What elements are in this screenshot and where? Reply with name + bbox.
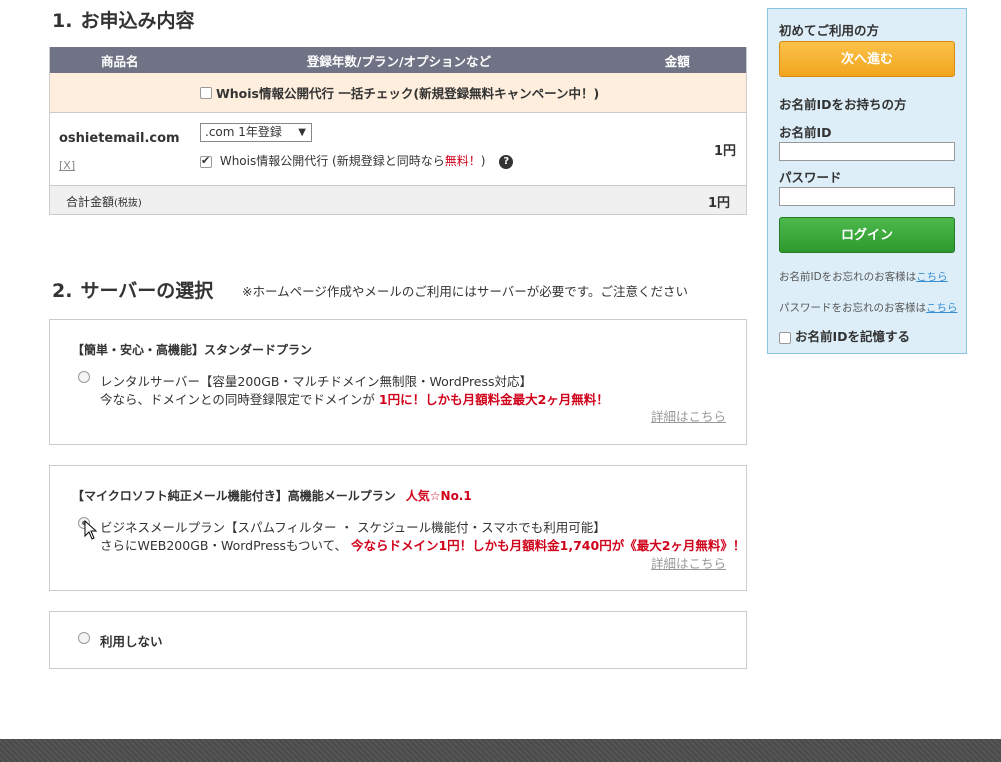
section2-number: 2. — [52, 280, 73, 302]
remember-id: お名前IDを記憶する — [779, 326, 910, 345]
whois-label-prefix: Whois情報公開代行 (新規登録と同時なら — [219, 154, 445, 168]
order-table-header: 商品名 登録年数/プラン/オプションなど 金額 — [50, 47, 746, 73]
header-price: 金額 — [664, 53, 690, 69]
server-note: ※ホームページ作成やメールのご利用にはサーバーが必要です。ご注意ください — [242, 284, 688, 299]
total-label: 合計金額(税抜) — [66, 193, 142, 210]
plan-mail-detail-link[interactable]: 詳細はこちら — [651, 553, 726, 572]
plan-mail-offer-prefix: さらにWEB200GB・WordPressもついて、 — [100, 538, 347, 553]
domain-name: oshietemail.com — [59, 131, 180, 146]
plan-standard: 【簡単・安心・高機能】スタンダードプラン レンタルサーバー【容量200GB・マル… — [49, 319, 747, 445]
domain-row: oshietemail.com [X] .com 1年登録 ▼ Whois情報公… — [50, 113, 746, 186]
remove-domain-link[interactable]: [X] — [59, 159, 75, 172]
total-row: 合計金額(税抜) 1円 — [50, 186, 746, 214]
total-price: 1円 — [707, 196, 730, 211]
section2-title: 2. サーバーの選択 — [52, 276, 213, 303]
forgot-id-prefix: お名前IDをお忘れのお客様は — [779, 271, 917, 283]
section1-heading: お申込み内容 — [80, 10, 195, 32]
login-panel: 初めてご利用の方 次へ進む お名前IDをお持ちの方 お名前ID パスワード ログ… — [767, 8, 967, 354]
section1-number: 1. — [52, 10, 73, 32]
plan-mail-desc: ビジネスメールプラン【スパムフィルター ・ スケジュール機能付・スマホでも利用可… — [100, 520, 606, 535]
forgot-id-link[interactable]: こちら — [916, 271, 948, 283]
have-id-heading: お名前IDをお持ちの方 — [779, 97, 907, 112]
plan-standard-offer-highlight: 1円に！しかも月額料金最大2ヶ月無料！ — [378, 392, 609, 407]
plan-standard-detail-link[interactable]: 詳細はこちら — [651, 406, 726, 425]
plan-standard-offer: 今なら、ドメインとの同時登録限定でドメインが 1円に！しかも月額料金最大2ヶ月無… — [100, 389, 609, 408]
whois-label-suffix: ) — [480, 154, 486, 168]
first-time-heading: 初めてご利用の方 — [779, 23, 880, 38]
plan-mail-title: 【マイクロソフト純正メール機能付き】高機能メールプラン 人気☆No.1 — [72, 487, 472, 504]
whois-label-free: 無料！ — [444, 154, 481, 168]
plan-standard-offer-prefix: 今なら、ドメインとの同時登録限定でドメインが — [100, 392, 375, 407]
next-button[interactable]: 次へ進む — [779, 41, 955, 77]
section1-title: 1. お申込み内容 — [52, 6, 194, 33]
remember-id-checkbox[interactable] — [779, 331, 791, 344]
help-icon[interactable]: ? — [499, 154, 514, 169]
plan-mail-offer: さらにWEB200GB・WordPressもついて、 今ならドメイン1円！しかも… — [100, 535, 745, 554]
forgot-password-link[interactable]: こちら — [926, 302, 958, 314]
remember-id-label: お名前IDを記憶する — [795, 329, 911, 344]
plan-standard-desc: レンタルサーバー【容量200GB・マルチドメイン無制限・WordPress対応】 — [100, 374, 533, 389]
plan-standard-title: 【簡単・安心・高機能】スタンダードプラン — [72, 343, 313, 357]
bulk-whois-label: Whois情報公開代行 一括チェック(新規登録無料キャンペーン中！) — [216, 86, 600, 101]
plan-standard-radio[interactable] — [78, 371, 90, 383]
campaign-row: Whois情報公開代行 一括チェック(新規登録無料キャンペーン中！) — [50, 73, 746, 113]
header-product: 商品名 — [101, 53, 139, 69]
section2-heading: サーバーの選択 — [80, 280, 214, 302]
plan-mail-offer-highlight: 今ならドメイン1円！しかも月額料金1,740円が《最大2ヶ月無料》！ — [350, 538, 746, 553]
forgot-password-text: パスワードをお忘れのお客様はこちら — [779, 300, 958, 315]
popular-badge: 人気☆No.1 — [405, 489, 472, 503]
term-select[interactable]: .com 1年登録 ▼ — [200, 123, 312, 142]
forgot-password-prefix: パスワードをお忘れのお客様は — [779, 302, 926, 314]
plan-mail-title-text: 【マイクロソフト純正メール機能付き】高機能メールプラン — [72, 489, 396, 503]
total-label-text: 合計金額 — [66, 195, 115, 209]
plan-none: 利用しない — [49, 611, 747, 669]
plan-mail: 【マイクロソフト純正メール機能付き】高機能メールプラン 人気☆No.1 ビジネスメ… — [49, 465, 747, 591]
plan-none-radio[interactable] — [78, 632, 90, 644]
forgot-id-text: お名前IDをお忘れのお客様はこちら — [779, 269, 948, 284]
password-input[interactable] — [779, 187, 955, 206]
total-tax-note: (税抜) — [114, 198, 142, 209]
order-table: 商品名 登録年数/プラン/オプションなど 金額 Whois情報公開代行 一括チェ… — [49, 47, 747, 215]
plan-none-label: 利用しない — [100, 634, 163, 649]
password-label: パスワード — [779, 170, 842, 185]
id-label: お名前ID — [779, 125, 832, 140]
login-button[interactable]: ログイン — [779, 217, 955, 253]
whois-option: Whois情報公開代行 (新規登録と同時なら無料！) ? — [200, 152, 514, 169]
mouse-pointer-icon — [84, 520, 98, 540]
id-input[interactable] — [779, 142, 955, 161]
term-select-value: .com 1年登録 — [205, 125, 282, 139]
header-plan: 登録年数/プラン/オプションなど — [306, 53, 492, 69]
footer-bar — [0, 739, 1001, 762]
bulk-whois-checkbox[interactable] — [200, 86, 212, 99]
domain-price: 1円 — [713, 144, 736, 159]
dropdown-arrow-icon: ▼ — [298, 127, 306, 138]
whois-checkbox[interactable] — [200, 154, 212, 168]
